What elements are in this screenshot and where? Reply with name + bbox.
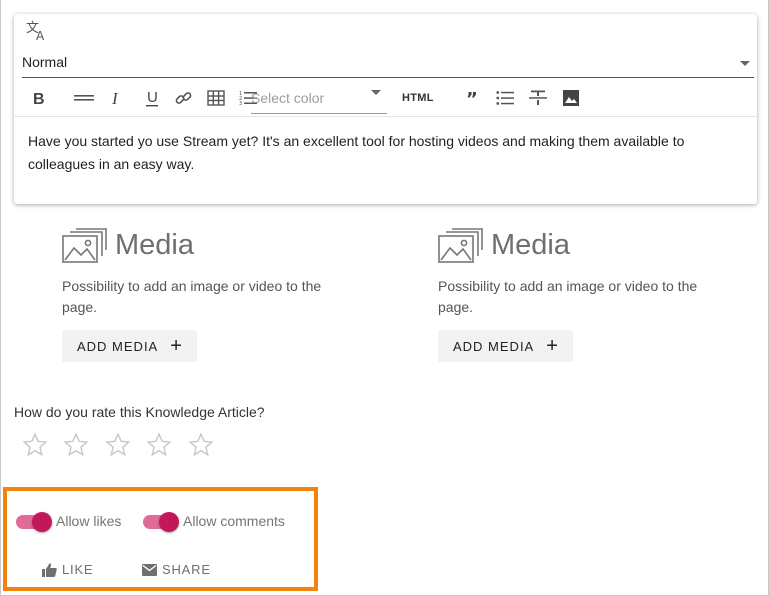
plus-icon: + — [170, 335, 183, 357]
toolbar-divider — [14, 116, 757, 117]
add-media-button[interactable]: ADD MEDIA + — [62, 330, 197, 362]
star-icon[interactable] — [22, 432, 48, 458]
envelope-icon — [142, 563, 157, 576]
svg-text:”: ” — [466, 91, 478, 105]
media-icon — [62, 228, 107, 263]
like-button[interactable]: LIKE — [42, 562, 93, 577]
share-label: SHARE — [162, 562, 211, 577]
block-format-select[interactable]: Normal — [22, 50, 754, 78]
svg-text:U: U — [147, 89, 158, 106]
add-media-button[interactable]: ADD MEDIA + — [438, 330, 573, 362]
strikethrough-icon[interactable] — [525, 84, 551, 112]
media-description: Possibility to add an image or video to … — [62, 278, 322, 315]
quote-icon[interactable]: ” — [460, 84, 486, 112]
svg-text:3: 3 — [239, 101, 242, 107]
link-icon[interactable] — [171, 84, 197, 112]
editor-toolbar: B I U 123 Select color HTML ” — [22, 84, 754, 114]
color-select-placeholder: Select color — [251, 90, 325, 106]
like-label: LIKE — [62, 562, 94, 577]
svg-text:I: I — [111, 90, 119, 106]
allow-comments-toggle[interactable] — [143, 512, 179, 532]
media-block-right: Media Possibility to add an image or vid… — [438, 228, 718, 362]
chevron-down-icon — [740, 61, 750, 66]
translate-icon[interactable]: 文 A — [26, 20, 50, 43]
image-icon[interactable] — [558, 84, 584, 112]
editor-content[interactable]: Have you started yo use Stream yet? It's… — [28, 130, 728, 176]
chevron-down-icon — [371, 90, 381, 95]
media-title: Media — [115, 229, 194, 261]
star-icon[interactable] — [105, 432, 131, 458]
allow-likes-toggle[interactable] — [16, 512, 52, 532]
add-media-label: ADD MEDIA — [453, 338, 535, 354]
allow-likes-label: Allow likes — [56, 513, 122, 529]
horizontal-rule-icon[interactable] — [71, 84, 97, 112]
star-icon[interactable] — [63, 432, 89, 458]
rich-text-editor: 文 A Normal B I U 123 Select color HTML ”… — [14, 14, 757, 204]
rating-question: How do you rate this Knowledge Article? — [14, 404, 265, 420]
bold-icon[interactable]: B — [25, 84, 51, 112]
share-button[interactable]: SHARE — [142, 562, 211, 577]
underline-icon[interactable]: U — [139, 84, 165, 112]
media-title: Media — [491, 229, 570, 261]
media-block-left: Media Possibility to add an image or vid… — [62, 228, 342, 362]
toggle-thumb — [159, 512, 179, 532]
plus-icon: + — [546, 335, 559, 357]
svg-text:B: B — [33, 91, 45, 106]
star-icon[interactable] — [146, 432, 172, 458]
thumbs-up-icon — [42, 562, 57, 577]
media-icon — [438, 228, 483, 263]
html-source-button[interactable]: HTML — [402, 92, 434, 104]
table-icon[interactable] — [203, 84, 229, 112]
italic-icon[interactable]: I — [103, 84, 129, 112]
star-icon[interactable] — [188, 432, 214, 458]
add-media-label: ADD MEDIA — [77, 338, 159, 354]
svg-text:A: A — [36, 29, 45, 42]
block-format-value: Normal — [22, 54, 68, 70]
allow-comments-label: Allow comments — [183, 513, 285, 529]
toggle-thumb — [32, 512, 52, 532]
color-select[interactable]: Select color — [251, 84, 387, 114]
bullet-list-icon[interactable] — [492, 84, 518, 112]
media-description: Possibility to add an image or video to … — [438, 278, 698, 315]
